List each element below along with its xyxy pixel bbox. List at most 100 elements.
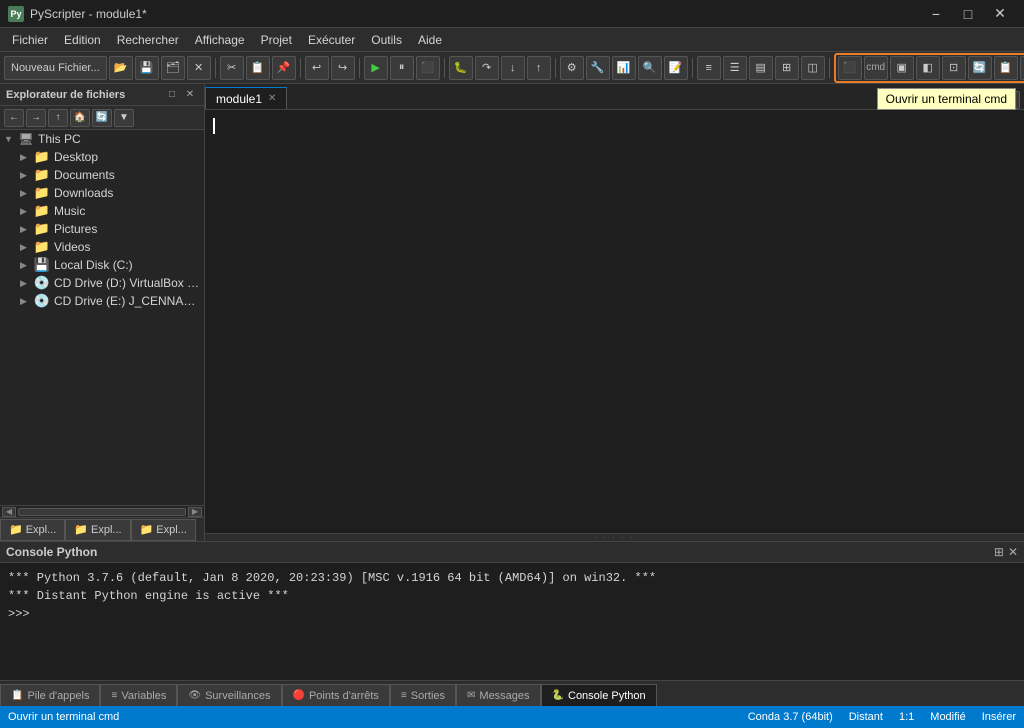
scroll-left-arrow[interactable]: ◀	[2, 507, 16, 517]
tree-label-cdd: CD Drive (D:) VirtualBox Gue	[54, 276, 200, 290]
tree-item-downloads[interactable]: ▶ 📁 Downloads	[0, 184, 204, 202]
tab-surveillances[interactable]: 👁 Surveillances	[177, 684, 281, 706]
undo-button[interactable]: ↩	[305, 56, 329, 80]
scroll-right-arrow[interactable]: ▶	[188, 507, 202, 517]
save-button[interactable]: 💾	[135, 56, 159, 80]
cmd-button[interactable]: cmd	[864, 56, 888, 80]
save-all-button[interactable]: 🗂	[161, 56, 185, 80]
run-button[interactable]: ▶	[364, 56, 388, 80]
menu-outils[interactable]: Outils	[363, 31, 410, 49]
editor-splitter[interactable]: · · · · ·	[205, 533, 1024, 541]
pause-button[interactable]: ⏸	[390, 56, 414, 80]
fe-refresh[interactable]: 🔄	[92, 109, 112, 127]
tab-variables[interactable]: ≡ Variables	[100, 684, 177, 706]
tree-item-videos[interactable]: ▶ 📁 Videos	[0, 238, 204, 256]
fe-tab-1[interactable]: 📁 Expl...	[0, 519, 65, 541]
fe-nav-back[interactable]: ←	[4, 109, 24, 127]
tree-item-music[interactable]: ▶ 📁 Music	[0, 202, 204, 220]
tb-extra5[interactable]: 📝	[664, 56, 688, 80]
menu-fichier[interactable]: Fichier	[4, 31, 56, 49]
status-line-col: 1:1	[899, 711, 914, 723]
cursor	[213, 118, 215, 134]
fe-nav-home[interactable]: 🏠	[70, 109, 90, 127]
fe-float-button[interactable]: □	[164, 87, 180, 103]
title-bar-left: Py PyScripter - module1*	[8, 6, 147, 22]
redo-button[interactable]: ↪	[331, 56, 355, 80]
bottom-panel-header: Console Python ⊞ ✕	[0, 541, 1024, 563]
status-conda: Conda 3.7 (64bit)	[748, 711, 833, 723]
tree-item-localdisk[interactable]: ▶ 💾 Local Disk (C:)	[0, 256, 204, 274]
cut-button[interactable]: ✂	[220, 56, 244, 80]
step-out-button[interactable]: ↑	[527, 56, 551, 80]
drive-icon-e: 💿	[34, 294, 50, 308]
tb-extra8[interactable]: ▤	[749, 56, 773, 80]
minimize-button[interactable]: −	[920, 2, 952, 26]
tree-item-documents[interactable]: ▶ 📁 Documents	[0, 166, 204, 184]
fe-tab-3[interactable]: 📁 Expl...	[131, 519, 196, 541]
menu-aide[interactable]: Aide	[410, 31, 450, 49]
tb-extra1[interactable]: ⚙	[560, 56, 584, 80]
tab-sorties[interactable]: ≡ Sorties	[390, 684, 456, 706]
tab-messages[interactable]: ✉ Messages	[456, 684, 541, 706]
tb-hl6[interactable]: 🔄	[968, 56, 992, 80]
fe-nav-forward[interactable]: →	[26, 109, 46, 127]
maximize-button[interactable]: □	[952, 2, 984, 26]
status-left-text: Ouvrir un terminal cmd	[8, 711, 119, 723]
debug-button[interactable]: 🐛	[449, 56, 473, 80]
step-into-button[interactable]: ↓	[501, 56, 525, 80]
console-close-btn[interactable]: ✕	[1008, 545, 1018, 559]
fe-scrollbar-track[interactable]	[18, 508, 186, 516]
menu-affichage[interactable]: Affichage	[187, 31, 253, 49]
tree-item-pictures[interactable]: ▶ 📁 Pictures	[0, 220, 204, 238]
tb-extra3[interactable]: 📊	[612, 56, 636, 80]
tab-pile-appels[interactable]: 📋 Pile d'appels	[0, 684, 100, 706]
terminal-icon-button[interactable]: ⬛	[838, 56, 862, 80]
tb-hl3[interactable]: ▣	[890, 56, 914, 80]
tree-item-cdd[interactable]: ▶ 💿 CD Drive (D:) VirtualBox Gue	[0, 274, 204, 292]
tab-points-arrets[interactable]: 🔴 Points d'arrêts	[282, 684, 390, 706]
new-file-button[interactable]: Nouveau Fichier...	[4, 56, 107, 80]
editor-content[interactable]	[205, 110, 1024, 533]
tb-hl4[interactable]: ◧	[916, 56, 940, 80]
tb-extra2[interactable]: 🔧	[586, 56, 610, 80]
tb-hl7[interactable]: 📋	[994, 56, 1018, 80]
tab-console-python[interactable]: 🐍 Console Python	[541, 684, 657, 706]
tb-extra9[interactable]: ⊞	[775, 56, 799, 80]
menu-executer[interactable]: Exécuter	[300, 31, 363, 49]
tb-hl8[interactable]: ℹ	[1020, 56, 1024, 80]
editor-tab-module1[interactable]: module1 ✕	[205, 87, 287, 109]
editor-side-btn3[interactable]: ⊞	[1000, 91, 1020, 109]
console-float-btn[interactable]: ⊞	[994, 545, 1004, 559]
fe-close-button[interactable]: ✕	[182, 87, 198, 103]
tb-extra7[interactable]: ☰	[723, 56, 747, 80]
tb-extra4[interactable]: 🔍	[638, 56, 662, 80]
editor-tab-close[interactable]: ✕	[268, 93, 276, 104]
close-button-tb[interactable]: ✕	[187, 56, 211, 80]
stop-button[interactable]: ⬛	[416, 56, 440, 80]
tb-hl5[interactable]: ⊡	[942, 56, 966, 80]
fe-tab-2[interactable]: 📁 Expl...	[65, 519, 130, 541]
tree-item-desktop[interactable]: ▶ 📁 Desktop	[0, 148, 204, 166]
expander-cdd: ▶	[20, 278, 34, 289]
editor-side-btn2[interactable]: ◧	[978, 91, 998, 109]
menu-rechercher[interactable]: Rechercher	[109, 31, 187, 49]
menu-edition[interactable]: Edition	[56, 31, 109, 49]
expander-videos: ▶	[20, 242, 34, 253]
menu-projet[interactable]: Projet	[253, 31, 300, 49]
expander-documents: ▶	[20, 170, 34, 181]
close-button[interactable]: ✕	[984, 2, 1016, 26]
tb-extra10[interactable]: ◫	[801, 56, 825, 80]
tree-item-cde[interactable]: ▶ 💿 CD Drive (E:) J_CENNA_X64F	[0, 292, 204, 310]
fe-nav-up[interactable]: ↑	[48, 109, 68, 127]
step-over-button[interactable]: ↷	[475, 56, 499, 80]
folder-icon-desktop: 📁	[34, 150, 50, 164]
paste-button[interactable]: 📌	[272, 56, 296, 80]
open-file-button[interactable]: 📂	[109, 56, 133, 80]
fe-bottom-tabs: 📁 Expl... 📁 Expl... 📁 Expl...	[0, 517, 204, 541]
fe-filter[interactable]: ▼	[114, 109, 134, 127]
copy-button[interactable]: 📋	[246, 56, 270, 80]
console-output[interactable]: *** Python 3.7.6 (default, Jan 8 2020, 2…	[0, 563, 1024, 680]
tb-extra6[interactable]: ≡	[697, 56, 721, 80]
editor-side-btn1[interactable]: 📂	[956, 91, 976, 109]
tree-item-thispc[interactable]: ▼ 🖥 This PC	[0, 130, 204, 148]
